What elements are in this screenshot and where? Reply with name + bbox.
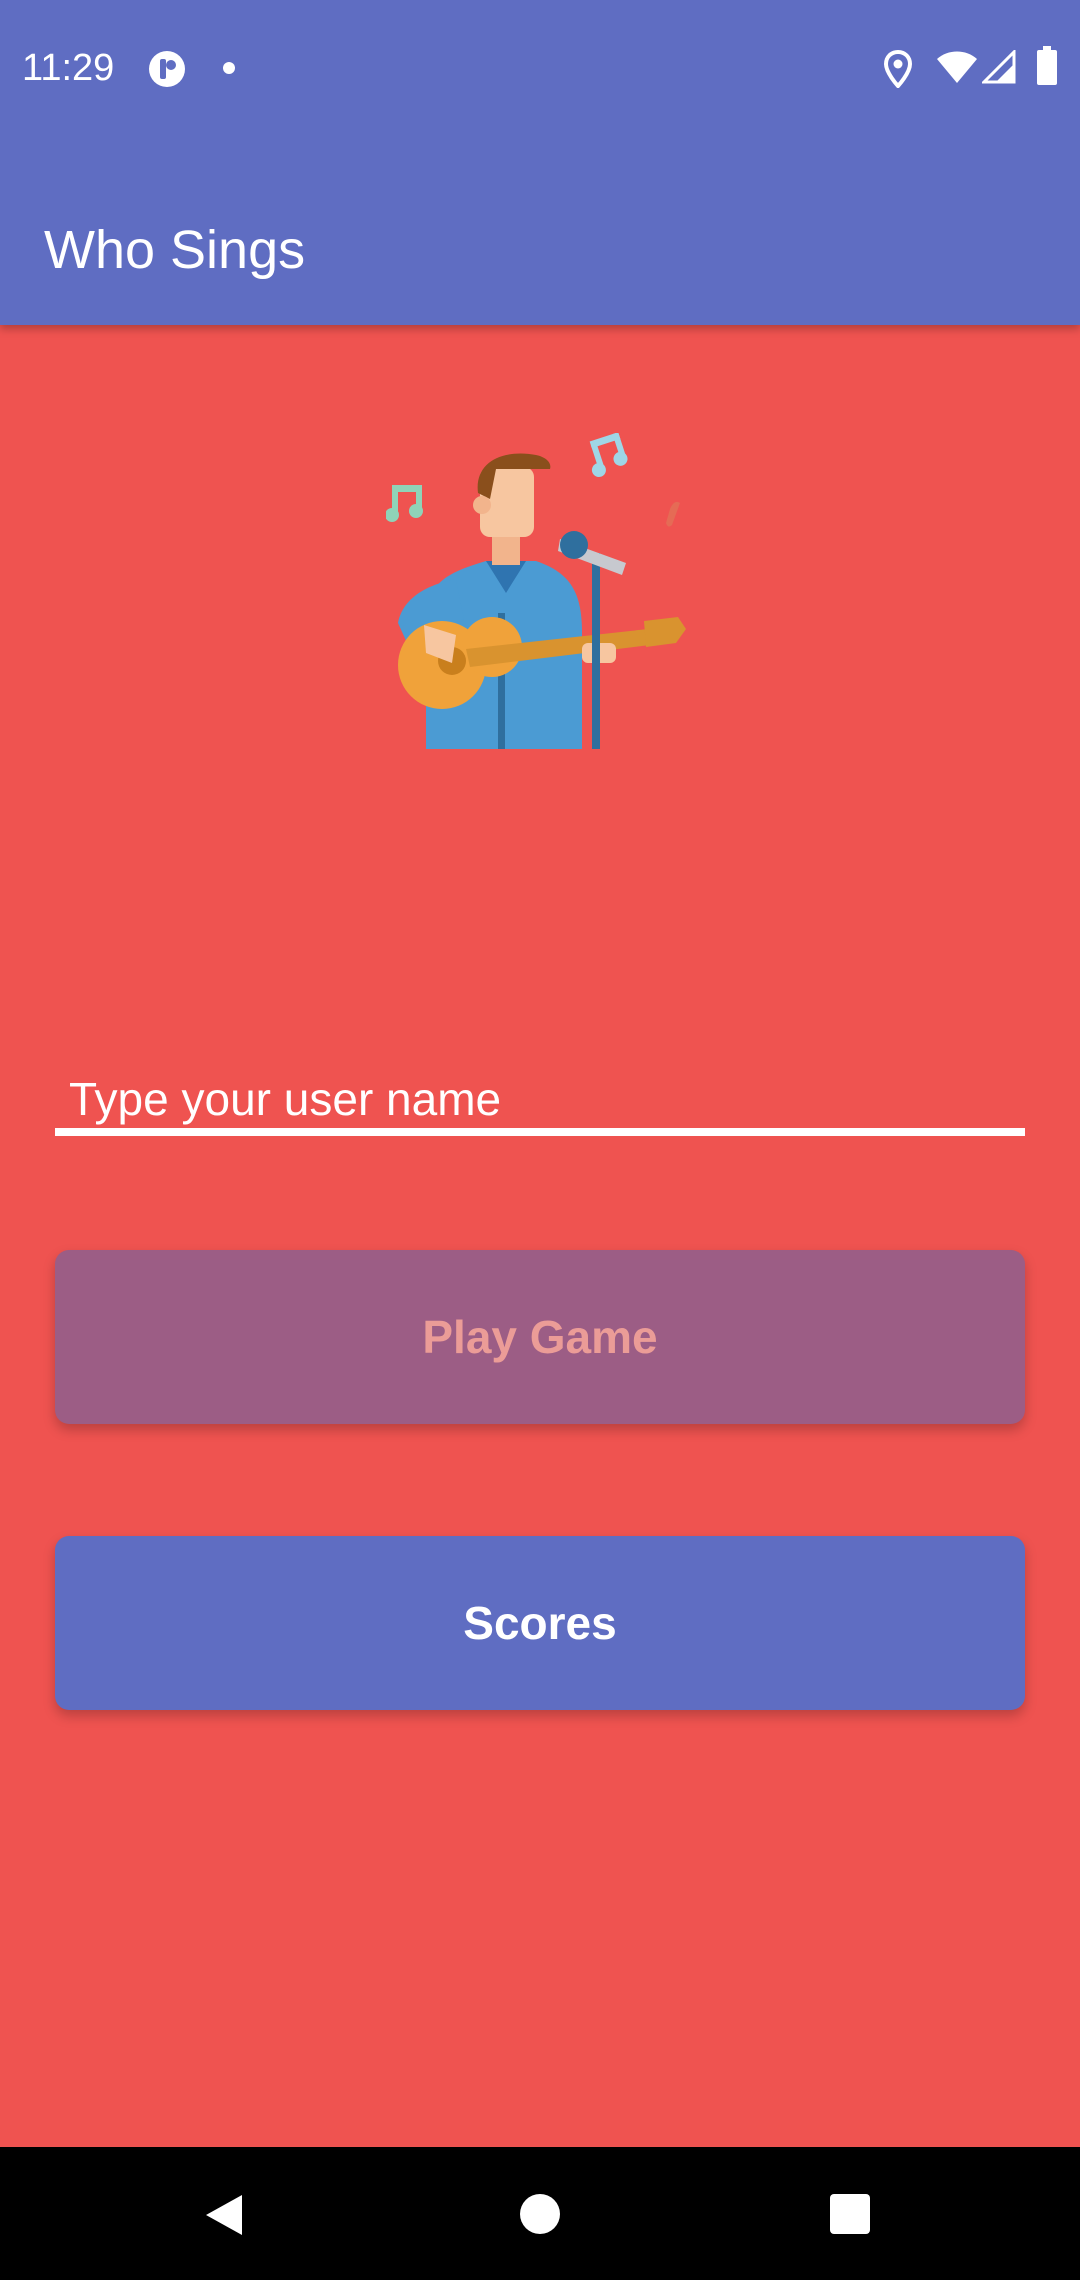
singer-guitar-illustration <box>385 432 696 749</box>
status-time: 11:29 <box>22 47 115 89</box>
scores-button-label: Scores <box>463 1597 617 1649</box>
play-game-button-label: Play Game <box>422 1311 658 1363</box>
location-icon <box>883 49 913 93</box>
play-game-button[interactable]: Play Game <box>55 1250 1025 1424</box>
main-content: Play Game Scores <box>0 325 1080 2147</box>
app-bar: 11:29 Who Sings <box>0 0 1080 325</box>
app-notification-icon <box>148 50 186 93</box>
battery-icon <box>1036 46 1058 91</box>
app-title: Who Sings <box>44 220 306 280</box>
navigation-bar <box>0 2147 1080 2280</box>
recents-icon[interactable] <box>829 2193 871 2240</box>
scores-button[interactable]: Scores <box>55 1536 1025 1710</box>
status-bar: 11:29 <box>0 0 1080 135</box>
home-icon[interactable] <box>519 2193 561 2240</box>
wifi-icon <box>936 50 978 89</box>
username-input-underline <box>55 1128 1025 1136</box>
back-icon[interactable] <box>204 2193 244 2242</box>
cell-signal-icon <box>980 48 1016 89</box>
dot-icon <box>222 61 236 80</box>
